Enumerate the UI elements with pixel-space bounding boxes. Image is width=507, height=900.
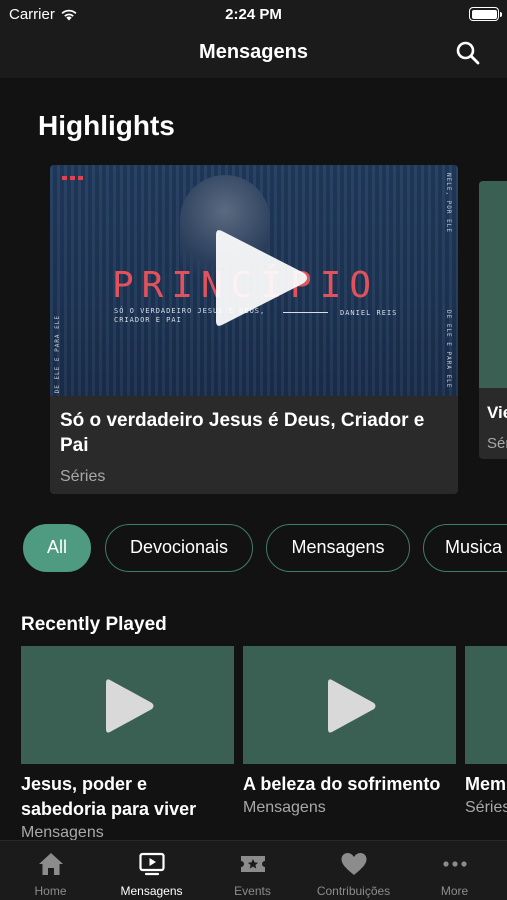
item-thumbnail — [243, 646, 456, 764]
highlight-subtitle: Séri — [487, 435, 507, 452]
play-icon[interactable] — [210, 223, 310, 333]
recently-played-item[interactable]: Jesus, poder e sabedoria para viver Mens… — [21, 646, 234, 840]
tab-label: Mensagens — [120, 884, 183, 898]
thumbnail-side-text: DE ELE E PARA ELE — [54, 315, 61, 394]
tv-play-icon — [139, 852, 165, 876]
status-time: 2:24 PM — [225, 6, 282, 23]
heart-icon — [341, 853, 367, 875]
filter-chip-all[interactable]: All — [23, 524, 91, 572]
play-icon[interactable] — [325, 676, 377, 736]
highlight-title: Só o verdadeiro Jesus é Deus, Criador e … — [60, 410, 425, 456]
item-subtitle: Séries — [465, 799, 507, 816]
highlight-thumbnail: PRINCÍPIO SÓ O VERDADEIRO JESUS É DEUS, … — [50, 165, 458, 396]
highlight-card[interactable]: PRINCÍPIO SÓ O VERDADEIRO JESUS É DEUS, … — [50, 165, 458, 494]
tab-label: Contribuições — [316, 884, 391, 898]
recently-played-item[interactable]: Mem Séries — [465, 646, 507, 817]
tab-label: Events — [234, 884, 271, 898]
thumbnail-author: DANIEL REIS — [340, 309, 398, 317]
highlights-heading: Highlights — [38, 110, 175, 141]
item-title: Jesus, poder e sabedoria para viver — [21, 774, 197, 819]
thumbnail-logo — [62, 176, 83, 180]
tab-contribuicoes[interactable]: Contribuições — [303, 841, 404, 900]
item-title: A beleza do sofrimento — [243, 774, 441, 794]
thumbnail-side-text: NELE, POR ELE — [445, 173, 452, 233]
highlight-title: Vie — [487, 403, 507, 422]
filter-chip-devocionais[interactable]: Devocionais — [105, 524, 253, 572]
highlight-thumbnail — [479, 181, 507, 388]
filter-chip-mensagens[interactable]: Mensagens — [266, 524, 410, 572]
navigation-bar: Mensagens — [0, 30, 507, 78]
item-thumbnail — [465, 646, 507, 764]
ticket-star-icon — [241, 856, 265, 872]
tab-label: More — [440, 884, 469, 898]
tab-label: Home — [34, 884, 67, 898]
tab-events[interactable]: Events — [202, 841, 303, 900]
item-subtitle: Mensagens — [21, 824, 104, 840]
tab-home[interactable]: Home — [0, 841, 101, 900]
highlight-subtitle: Séries — [60, 468, 106, 485]
highlight-card[interactable]: Vie Séri — [479, 181, 507, 459]
recently-played-item[interactable]: A beleza do sofrimento Mensagens — [243, 646, 456, 817]
home-icon — [39, 853, 63, 875]
item-thumbnail — [21, 646, 234, 764]
search-icon[interactable] — [455, 40, 481, 66]
item-subtitle: Mensagens — [243, 799, 326, 816]
thumbnail-side-text: DE ELE E PARA ELE — [445, 309, 452, 388]
page-title: Mensagens — [199, 41, 308, 63]
tab-more[interactable]: More — [404, 841, 505, 900]
battery-icon — [469, 7, 502, 21]
tab-mensagens[interactable]: Mensagens — [101, 841, 202, 900]
filter-chip-musica[interactable]: Musica — [423, 524, 507, 572]
status-bar: Carrier 2:24 PM — [0, 0, 507, 30]
scroll-content[interactable]: Highlights PRINCÍPIO SÓ O VERDADEIRO JES… — [0, 78, 507, 840]
item-title: Mem — [465, 774, 507, 794]
recently-played-heading: Recently Played — [21, 614, 167, 635]
more-dots-icon — [443, 861, 467, 867]
tab-bar: Home Mensagens Events Contribuições More — [0, 840, 507, 900]
play-icon[interactable] — [103, 676, 155, 736]
